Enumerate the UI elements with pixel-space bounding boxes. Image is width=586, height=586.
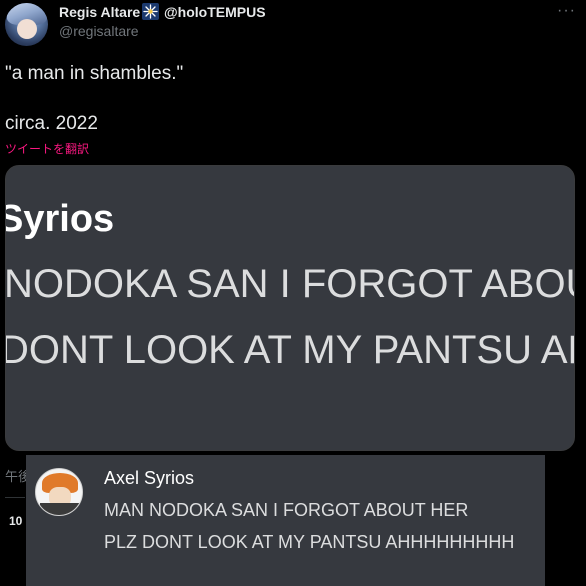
divider — [5, 497, 25, 498]
user-handle[interactable]: @regisaltare — [59, 23, 139, 39]
overlay-author: Axel Syrios — [104, 468, 195, 488]
overlay-message-line: MAN NODOKA SAN I FORGOT ABOUT HER — [104, 500, 469, 520]
overlay-message-line: PLZ DONT LOOK AT MY PANTSU AHHHHHHHHH — [104, 532, 515, 552]
avatar-face — [17, 19, 37, 39]
translate-tweet-link[interactable]: ツイートを翻訳 — [5, 140, 89, 157]
media-text-line: DONT LOOK AT MY PANTSU AH — [5, 328, 575, 372]
tweet: Regis Altare @holoTEMPUS @regisaltare ··… — [0, 0, 586, 586]
tweet-text-line: "a man in shambles." — [5, 63, 184, 84]
overlay-avatar-shirt — [40, 503, 80, 515]
sparkle-badge-icon — [142, 3, 159, 20]
media-text-line: NODOKA SAN I FORGOT ABOUT — [5, 262, 575, 306]
display-name[interactable]: Regis Altare — [59, 4, 140, 20]
engagement-count[interactable]: 10 — [9, 514, 22, 528]
tweet-text-line: circa. 2022 — [5, 113, 98, 134]
chat-message-overlay: Axel Syrios MAN NODOKA SAN I FORGOT ABOU… — [26, 455, 545, 586]
media-text-line: Syrios — [5, 198, 115, 240]
avatar[interactable] — [5, 3, 48, 46]
affiliation-label[interactable]: @holoTEMPUS — [164, 4, 266, 20]
more-dots-icon[interactable]: ··· — [557, 2, 576, 20]
overlay-avatar — [35, 468, 83, 516]
tweet-media-image[interactable]: Syrios NODOKA SAN I FORGOT ABOUT DONT LO… — [5, 165, 575, 451]
